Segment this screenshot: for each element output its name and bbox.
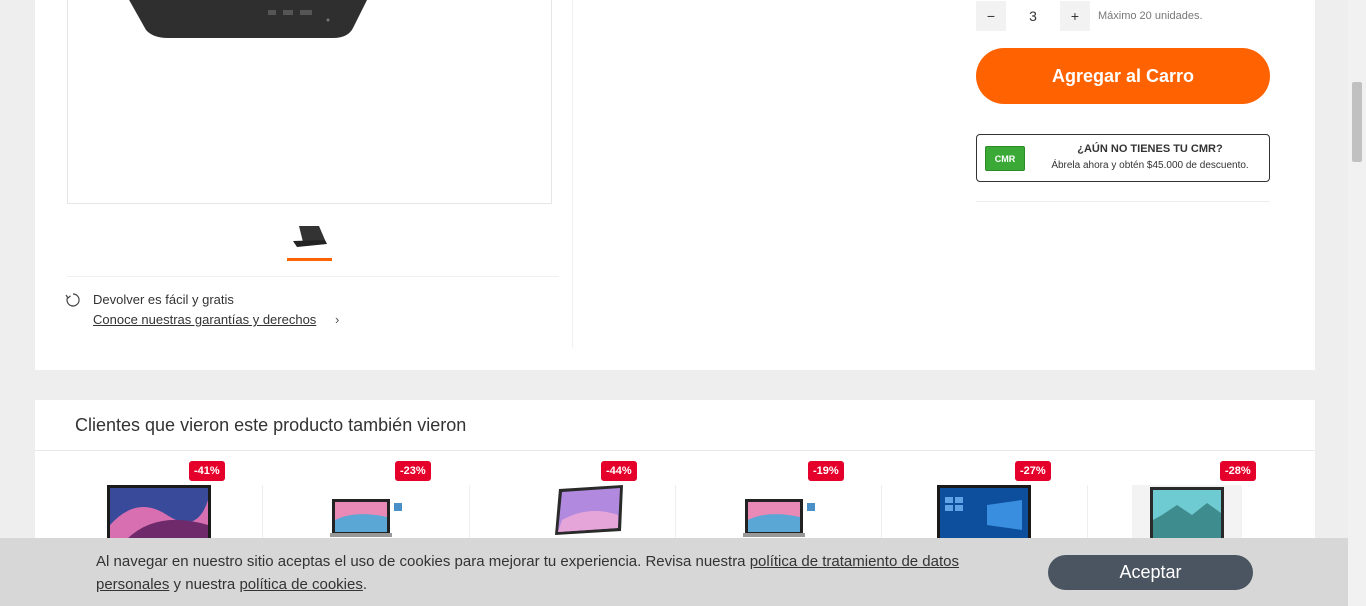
cmr-logo: CMR: [985, 146, 1025, 171]
discount-badge: -44%: [601, 461, 637, 481]
cookie-text-part: y nuestra: [169, 576, 240, 593]
discount-badge: -27%: [1015, 461, 1051, 481]
quantity-value[interactable]: 3: [1008, 8, 1058, 24]
product-card: Devolver es fácil y gratis Conoce nuestr…: [35, 0, 1315, 370]
cookie-text-part: .: [362, 576, 368, 593]
cmr-subtitle: Ábrela ahora y obtén $45.000 de descuent…: [1051, 160, 1249, 171]
cookie-notice-text: Al navegar en nuestro sitio aceptas el u…: [96, 550, 1026, 596]
chevron-right-icon[interactable]: ›: [335, 312, 339, 327]
cookie-text-part: Al navegar en nuestro sitio aceptas el u…: [96, 553, 750, 570]
return-arrow-icon: [65, 293, 80, 307]
discount-badge: -28%: [1220, 461, 1256, 481]
discount-badge: -19%: [808, 461, 844, 481]
quantity-increase-button[interactable]: +: [1060, 1, 1090, 31]
laptop-image: [937, 485, 1031, 539]
divider: [67, 276, 559, 277]
cookie-policy-link[interactable]: política de cookies: [239, 576, 362, 593]
laptop-image: [330, 499, 402, 537]
divider: [976, 201, 1270, 202]
scrollbar-thumb[interactable]: [1352, 82, 1362, 162]
cookie-consent-banner: Al navegar en nuestro sitio aceptas el u…: [0, 538, 1348, 606]
gallery-thumbnail[interactable]: [287, 216, 332, 261]
accept-cookies-button[interactable]: Aceptar: [1048, 555, 1253, 590]
cmr-title: ¿AÚN NO TIENES TU CMR?: [1077, 143, 1223, 155]
quantity-max-note: Máximo 20 unidades.: [1098, 10, 1203, 22]
column-divider: [572, 0, 573, 348]
laptop-image: [555, 485, 623, 535]
discount-badge: -41%: [189, 461, 225, 481]
warranty-rights-link[interactable]: Conoce nuestras garantías y derechos: [93, 312, 316, 327]
laptop-image: [129, 0, 367, 38]
page-scrollbar[interactable]: [1348, 0, 1366, 606]
product-image-frame[interactable]: [67, 0, 552, 204]
cmr-promo-banner[interactable]: CMR ¿AÚN NO TIENES TU CMR? Ábrela ahora …: [976, 134, 1270, 182]
returns-title: Devolver es fácil y gratis: [93, 292, 234, 307]
quantity-decrease-button[interactable]: −: [976, 1, 1006, 31]
laptop-image: [1132, 485, 1242, 539]
recommendations-title: Clientes que vieron este producto tambié…: [75, 415, 467, 435]
add-to-cart-button[interactable]: Agregar al Carro: [976, 48, 1270, 104]
discount-badge: -23%: [395, 461, 431, 481]
laptop-thumbnail-icon: [292, 226, 327, 247]
laptop-image: [107, 485, 211, 539]
laptop-image: [743, 499, 815, 537]
